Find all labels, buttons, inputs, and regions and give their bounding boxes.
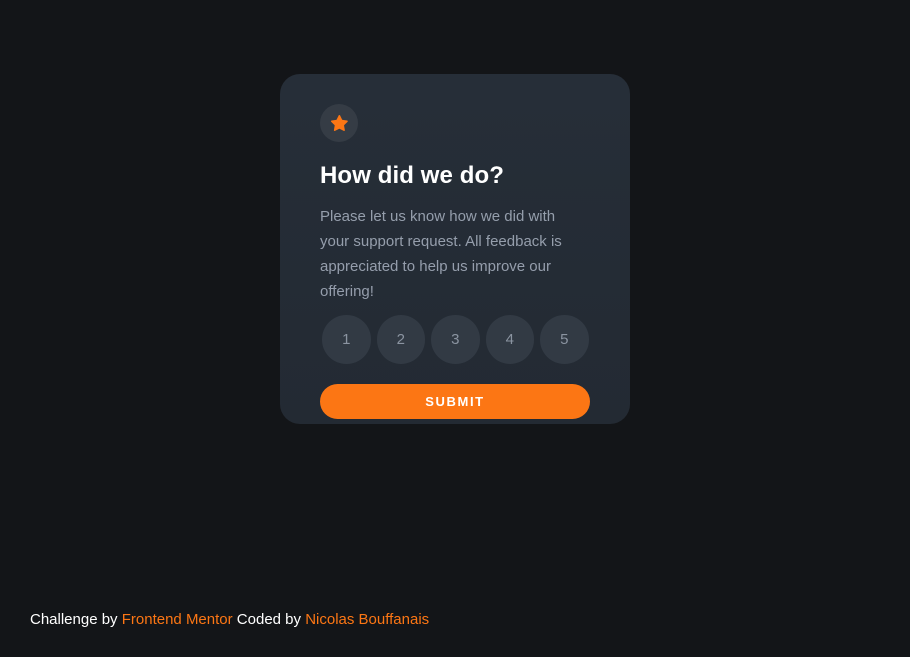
rating-button-2[interactable]: 2 — [376, 315, 425, 364]
submit-button[interactable]: SUBMIT — [320, 383, 590, 419]
rating-card: How did we do? Please let us know how we… — [280, 74, 630, 424]
rating-button-4[interactable]: 4 — [485, 315, 534, 364]
rating-button-5[interactable]: 5 — [540, 315, 589, 364]
rating-button-1[interactable]: 1 — [322, 315, 371, 364]
card-title: How did we do? — [320, 162, 505, 189]
attribution: Challenge by Frontend Mentor Coded by Ni… — [30, 610, 429, 630]
attribution-coded-text: Coded by — [236, 611, 302, 628]
page: How did we do? Please let us know how we… — [0, 0, 910, 657]
star-badge — [320, 104, 358, 142]
rating-button-3[interactable]: 3 — [431, 315, 480, 364]
rating-options: 1 2 3 4 5 — [322, 315, 590, 364]
star-icon — [330, 115, 348, 131]
author-link[interactable]: Nicolas Bouffanais — [305, 611, 429, 628]
attribution-challenge-text: Challenge by — [30, 611, 118, 628]
frontend-mentor-link[interactable]: Frontend Mentor — [122, 611, 233, 628]
card-description: Please let us know how we did with your … — [320, 208, 562, 300]
